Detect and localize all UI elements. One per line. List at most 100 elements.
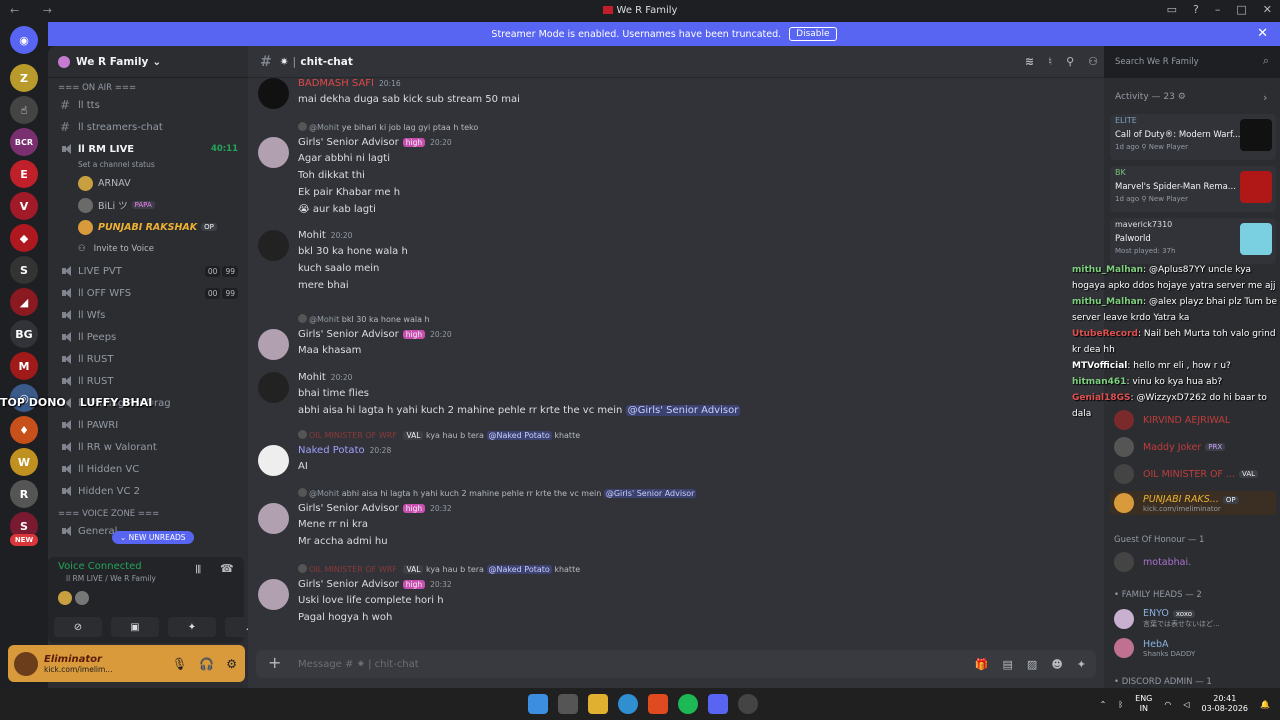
author-name[interactable]: Girls' Senior Advisor xyxy=(298,137,399,148)
channel-status[interactable]: Set a channel status xyxy=(48,160,248,172)
steam-icon[interactable] xyxy=(738,694,758,714)
message[interactable]: Mohit 20:20 bkl 30 ka hone wala h kuch saal… xyxy=(248,230,1104,310)
avatar[interactable] xyxy=(258,137,289,168)
sticker-icon[interactable]: ▨ xyxy=(1027,658,1037,671)
language-indicator[interactable]: ENG IN xyxy=(1135,694,1152,714)
chevron-right-icon[interactable]: › xyxy=(1263,91,1267,104)
avatar[interactable] xyxy=(258,329,289,360)
channel-rr-valorant[interactable]: ll RR w Valorant xyxy=(48,436,248,458)
channel-pawri[interactable]: ll PAWRI xyxy=(48,414,248,436)
clock[interactable]: 20:41 03-08-2026 xyxy=(1202,694,1249,714)
channel-rm-live[interactable]: ll RM LIVE 40:11 xyxy=(48,138,248,160)
author-name[interactable]: Girls' Senior Advisor xyxy=(298,579,399,590)
member-list-icon[interactable]: ⚇ xyxy=(1088,55,1098,68)
member-item[interactable]: HebA Shanks DADDY xyxy=(1114,638,1195,658)
member-item[interactable]: KIRVIND AEJRIWAL xyxy=(1114,410,1230,430)
member-item[interactable]: ENYO xoxo 言葉では表せないほど... xyxy=(1114,608,1220,629)
channel-rust-2[interactable]: ll RUST xyxy=(48,370,248,392)
server-icon[interactable]: BCR xyxy=(10,128,38,156)
reply-preview[interactable]: @Mohit bkl 30 ka hone wala h xyxy=(298,314,430,324)
message[interactable]: OIL MINISTER OF WRF VAL kya hau b tera @… xyxy=(248,564,1104,644)
mention[interactable]: @Naked Potato xyxy=(486,431,552,440)
headphones-icon[interactable]: 🎧 xyxy=(199,657,214,671)
reply-preview[interactable]: OIL MINISTER OF WRF VAL kya hau b tera @… xyxy=(298,564,580,574)
message[interactable]: @Mohit abhi aisa hi lagta h yahi kuch 2 … xyxy=(248,488,1104,568)
member-item[interactable]: motabhai. xyxy=(1114,552,1191,572)
gift-icon[interactable]: 🎁 xyxy=(975,658,989,671)
server-icon[interactable]: R xyxy=(10,480,38,508)
voice-user[interactable]: BiLi ツ PAPA xyxy=(48,194,248,216)
invite-to-voice[interactable]: ⚇ Invite to Voice xyxy=(48,238,248,260)
user-info[interactable]: Eliminator kick.com/imelim... xyxy=(44,654,112,674)
add-attachment-icon[interactable]: + xyxy=(268,653,281,672)
gear-icon[interactable]: ⚙ xyxy=(226,657,237,671)
voice-user[interactable]: PUNJABI RAKSHAK OP xyxy=(48,216,248,238)
waveform-icon[interactable]: 𝄃𝄃 xyxy=(196,563,201,577)
channel-hidden-vc[interactable]: ll Hidden VC xyxy=(48,458,248,480)
avatar[interactable] xyxy=(258,503,289,534)
help-icon[interactable]: ? xyxy=(1193,3,1199,16)
server-icon-bg[interactable]: BG xyxy=(10,320,38,348)
chevron-up-icon[interactable]: ⌃ xyxy=(1100,700,1107,709)
author-name[interactable]: Girls' Senior Advisor xyxy=(298,503,399,514)
reply-preview[interactable]: @Mohit ye bihari ki job lag gyi ptaa h t… xyxy=(298,122,478,132)
channel-tts[interactable]: # ll tts xyxy=(48,94,248,116)
category-onair[interactable]: === ON AIR === xyxy=(48,82,248,94)
author-name[interactable]: Naked Potato xyxy=(298,445,365,456)
avatar[interactable] xyxy=(258,230,289,261)
author-name[interactable]: Girls' Senior Advisor xyxy=(298,329,399,340)
channel-peeps[interactable]: ll Peeps xyxy=(48,326,248,348)
folder-icon[interactable] xyxy=(588,694,608,714)
microphone-icon[interactable]: 🎙 xyxy=(172,657,187,671)
voice-user[interactable]: ARNAV xyxy=(48,172,248,194)
discord-home-icon[interactable]: ◉ xyxy=(10,26,38,54)
volume-icon[interactable]: ◁ xyxy=(1183,700,1189,709)
voice-channel[interactable]: ll RM LIVE / We R Family xyxy=(66,574,156,583)
mention[interactable]: @Girls' Senior Advisor xyxy=(625,405,741,416)
server-icon[interactable]: M xyxy=(10,352,38,380)
server-icon[interactable]: ♦ xyxy=(10,416,38,444)
brave-icon[interactable] xyxy=(648,694,668,714)
server-icon-active[interactable]: V xyxy=(10,192,38,220)
server-icon[interactable]: W xyxy=(10,448,38,476)
spotify-icon[interactable] xyxy=(678,694,698,714)
inbox-icon[interactable]: ▭ xyxy=(1167,3,1177,16)
author-name[interactable]: Mohit xyxy=(298,372,326,383)
activity-card[interactable]: ELITE Call of Duty®: Modern Warf... 1d ago… xyxy=(1110,114,1276,160)
channel-streamers-chat[interactable]: # ll streamers-chat xyxy=(48,116,248,138)
mention[interactable]: @Naked Potato xyxy=(486,565,552,574)
activity-header[interactable]: Activity — 23 ⚙ › xyxy=(1115,91,1267,104)
reply-preview[interactable]: @Mohit abhi aisa hi lagta h yahi kuch 2 … xyxy=(298,488,697,498)
channel-wfs[interactable]: ll Wfs xyxy=(48,304,248,326)
disable-button[interactable]: Disable xyxy=(789,27,837,41)
channel-live-pvt[interactable]: LIVE PVT 00 99 xyxy=(48,260,248,282)
bluetooth-icon[interactable]: ᛒ xyxy=(1118,700,1123,709)
channel-rust[interactable]: ll RUST xyxy=(48,348,248,370)
close-banner-icon[interactable]: ✕ xyxy=(1257,26,1268,41)
pin-icon[interactable]: ⚲ xyxy=(1066,55,1074,68)
screen-share-icon[interactable]: ▣ xyxy=(111,617,159,637)
disconnect-icon[interactable]: ☎ xyxy=(220,562,234,575)
new-unreads-pill[interactable]: ⌄ NEW UNREADS xyxy=(112,531,194,544)
apps-icon[interactable]: ✦ xyxy=(1077,658,1086,671)
wifi-icon[interactable]: ◠ xyxy=(1164,700,1171,709)
message[interactable]: @Mohit ye bihari ki job lag gyi ptaa h t… xyxy=(248,122,1104,215)
threads-icon[interactable]: ≋ xyxy=(1025,55,1034,68)
server-icon[interactable]: S xyxy=(10,256,38,284)
notifications-icon[interactable]: 🔔 xyxy=(1260,700,1270,709)
mention[interactable]: @Girls' Senior Advisor xyxy=(603,489,697,498)
gif-icon[interactable]: ▤ xyxy=(1003,658,1013,671)
avatar[interactable] xyxy=(258,445,289,476)
category-voice[interactable]: === VOICE ZONE === xyxy=(48,508,248,520)
start-icon[interactable] xyxy=(528,694,548,714)
member-item[interactable]: Maddy Joker PRX xyxy=(1114,437,1226,457)
server-header[interactable]: We R Family⌄⚇ xyxy=(48,46,248,78)
channel-hidden-vc-2[interactable]: Hidden VC 2 xyxy=(48,480,248,502)
emoji-icon[interactable]: ☻ xyxy=(1051,658,1062,671)
avatar[interactable] xyxy=(14,651,38,676)
camera-off-icon[interactable]: ⊘ xyxy=(54,617,102,637)
reply-preview[interactable]: OIL MINISTER OF WRF VAL kya hau b tera @… xyxy=(298,430,580,440)
avatar[interactable] xyxy=(258,372,289,403)
author-name[interactable]: BADMASH SAFI xyxy=(298,78,374,89)
activities-icon[interactable]: ✦ xyxy=(168,617,216,637)
